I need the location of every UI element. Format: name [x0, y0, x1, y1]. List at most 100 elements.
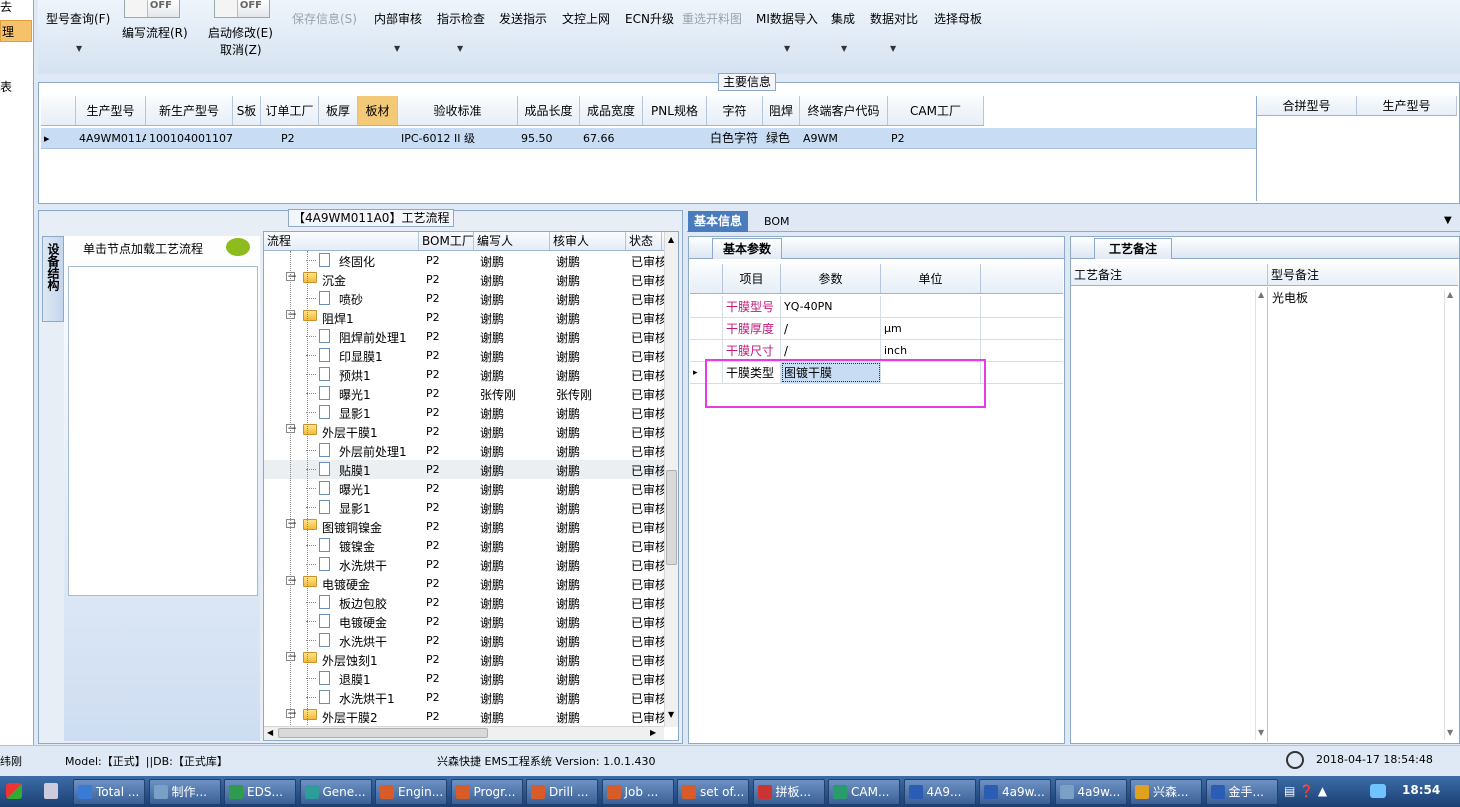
cell[interactable] — [233, 128, 261, 148]
taskbar-button[interactable]: 金手... — [1205, 779, 1278, 805]
taskbar-button[interactable]: Drill ... — [526, 779, 598, 805]
taskbar-button[interactable]: 4a9w... — [1054, 779, 1127, 805]
tree-row[interactable]: − 沉金 P2 谢鹏 谢鹏 已审核 — [264, 270, 667, 289]
tree-row[interactable]: 外层前处理1 P2 谢鹏 谢鹏 已审核 — [264, 441, 667, 460]
taskbar-button[interactable]: 制作... — [148, 779, 221, 805]
chevron-down-icon[interactable]: ▼ — [394, 44, 400, 53]
cell[interactable] — [358, 128, 398, 148]
tree-row[interactable]: 镀镍金 P2 谢鹏 谢鹏 已审核 — [264, 536, 667, 555]
tree-row[interactable]: − 阻焊1 P2 谢鹏 谢鹏 已审核 — [264, 308, 667, 327]
col-header[interactable]: 板厚 — [319, 96, 358, 125]
internal-review-button[interactable]: 内部审核 — [374, 10, 422, 27]
vertical-scrollbar[interactable]: ▲ ▼ — [1444, 290, 1456, 740]
tree-row[interactable]: 阻焊前处理1 P2 谢鹏 谢鹏 已审核 — [264, 327, 667, 346]
col-header[interactable]: 字符 — [707, 96, 763, 125]
col-header[interactable]: 编写人 — [474, 232, 550, 250]
tree-node-label[interactable]: 水洗烘干 — [339, 633, 387, 650]
tree-node-label[interactable]: 显影1 — [339, 405, 371, 422]
tree-node-label[interactable]: 图镀铜镍金 — [322, 519, 382, 536]
process-remarks-textarea[interactable] — [1071, 287, 1268, 742]
col-header[interactable]: 阻焊 — [763, 96, 800, 125]
tree-node-label[interactable]: 阻焊前处理1 — [339, 329, 407, 346]
param-value[interactable]: / — [781, 318, 881, 339]
taskbar-button[interactable]: Total ... — [73, 779, 145, 805]
tree-row[interactable]: 水洗烘干 P2 谢鹏 谢鹏 已审核 — [264, 631, 667, 650]
cancel-button[interactable]: 取消(Z) — [220, 41, 262, 58]
taskbar-button[interactable]: EDS... — [224, 779, 296, 805]
tree-row[interactable]: 水洗烘干 P2 谢鹏 谢鹏 已审核 — [264, 555, 667, 574]
col-header[interactable]: 项目 — [723, 264, 781, 293]
start-icon[interactable] — [6, 783, 22, 799]
tree-node-label[interactable]: 贴膜1 — [339, 462, 371, 479]
tree-node-label[interactable]: 外层干膜2 — [322, 709, 378, 726]
taskbar-button[interactable]: Job ... — [601, 779, 674, 805]
tree-row[interactable]: − 外层干膜1 P2 谢鹏 谢鹏 已审核 — [264, 422, 667, 441]
col-header[interactable]: 终端客户代码 — [800, 96, 888, 125]
tree-row[interactable]: 预烘1 P2 谢鹏 谢鹏 已审核 — [264, 365, 667, 384]
tree-row[interactable]: − 外层蚀刻1 P2 谢鹏 谢鹏 已审核 — [264, 650, 667, 669]
chevron-down-icon[interactable]: ▼ — [76, 44, 82, 53]
col-header[interactable]: 验收标准 — [398, 96, 518, 125]
cell[interactable]: P2 — [888, 128, 984, 148]
tab-process-remarks[interactable]: 工艺备注 — [1094, 238, 1173, 259]
start-modify-button[interactable]: 启动修改(E) — [208, 24, 273, 41]
chevron-down-icon[interactable]: ▼ — [841, 44, 847, 53]
taskbar-button[interactable]: 拼板... — [752, 779, 825, 805]
tree-row[interactable]: 显影1 P2 谢鹏 谢鹏 已审核 — [264, 498, 667, 517]
scrollbar-thumb[interactable] — [278, 728, 488, 738]
write-flow-button[interactable]: 编写流程(R) — [122, 24, 188, 41]
taskbar-button[interactable]: 兴森... — [1130, 779, 1202, 805]
model-query-button[interactable]: 型号查询(F) — [46, 10, 110, 27]
col-header[interactable]: PNL规格 — [643, 96, 707, 125]
cell[interactable]: 白色字符 — [707, 128, 763, 148]
chevron-down-icon[interactable]: ▼ — [784, 44, 790, 53]
col-header[interactable]: S板 — [233, 96, 261, 125]
col-header[interactable]: 工艺备注 — [1071, 264, 1268, 285]
col-header[interactable]: 核审人 — [550, 232, 626, 250]
col-header[interactable]: 订单工厂 — [261, 96, 319, 125]
col-header[interactable]: 合拼型号 — [1257, 96, 1357, 115]
tree-row[interactable]: 贴膜1 P2 谢鹏 谢鹏 已审核 — [264, 460, 667, 479]
tree-node-label[interactable]: 外层蚀刻1 — [322, 652, 378, 669]
chevron-down-icon[interactable]: ▼ — [457, 44, 463, 53]
tray-icons[interactable]: ▤ ❓ ▲ — [1284, 784, 1327, 798]
cell[interactable]: P2 — [261, 128, 319, 148]
tree-row[interactable]: 显影1 P2 谢鹏 谢鹏 已审核 — [264, 403, 667, 422]
tab-basic-params[interactable]: 基本参数 — [712, 238, 783, 259]
taskbar-button[interactable]: Engin... — [375, 779, 447, 805]
table-row[interactable]: ▸ 4A9WM011A0 10010400110780 P2 IPC-6012 … — [41, 128, 1256, 149]
param-value[interactable]: / — [781, 340, 881, 361]
scroll-left-icon[interactable]: ◀ — [267, 728, 273, 737]
tree-node-label[interactable]: 终固化 — [339, 253, 375, 270]
taskbar-button[interactable]: 4a9w... — [979, 779, 1051, 805]
taskbar-button[interactable]: Progr... — [450, 779, 523, 805]
table-row[interactable]: 干膜型号 YQ-40PN — [690, 296, 1063, 318]
tree-node-label[interactable]: 电镀硬金 — [339, 614, 387, 631]
cell[interactable]: 4A9WM011A0 — [76, 128, 146, 148]
col-header[interactable]: 板材 — [358, 96, 398, 125]
tree-row[interactable]: 板边包胶 P2 谢鹏 谢鹏 已审核 — [264, 593, 667, 612]
tree-row[interactable]: 曝光1 P2 张传刚 张传刚 已审核 — [264, 384, 667, 403]
col-header[interactable]: 流程 — [264, 232, 419, 250]
vertical-scrollbar[interactable]: ▲ ▼ — [664, 232, 678, 727]
tree-node-label[interactable]: 阻焊1 — [322, 310, 354, 327]
vertical-scrollbar[interactable]: ▲ ▼ — [1255, 290, 1267, 740]
taskbar-button[interactable]: Gene... — [299, 779, 372, 805]
ecn-upgrade-button[interactable]: ECN升级 — [625, 10, 674, 27]
tree-node-label[interactable]: 退膜1 — [339, 671, 371, 688]
tree-node-label[interactable]: 印显膜1 — [339, 348, 383, 365]
instruction-check-button[interactable]: 指示检查 — [437, 10, 485, 27]
send-instruction-button[interactable]: 发送指示 — [499, 10, 547, 27]
tree-row[interactable]: 印显膜1 P2 谢鹏 谢鹏 已审核 — [264, 346, 667, 365]
save-info-button[interactable]: 保存信息(S) — [292, 10, 357, 27]
taskbar-clock[interactable]: 18:54 — [1402, 783, 1440, 797]
taskbar-button[interactable]: CAM... — [828, 779, 900, 805]
chevron-down-icon[interactable]: ▼ — [1444, 215, 1452, 226]
tree-node-label[interactable]: 曝光1 — [339, 481, 371, 498]
equipment-structure-tab[interactable]: 设备结构 — [42, 236, 64, 322]
col-header[interactable]: 参数 — [781, 264, 881, 293]
col-header[interactable]: 单位 — [881, 264, 981, 293]
cell[interactable] — [643, 128, 707, 148]
col-header[interactable]: 新生产型号 — [146, 96, 233, 125]
param-value[interactable]: YQ-40PN — [781, 296, 881, 317]
